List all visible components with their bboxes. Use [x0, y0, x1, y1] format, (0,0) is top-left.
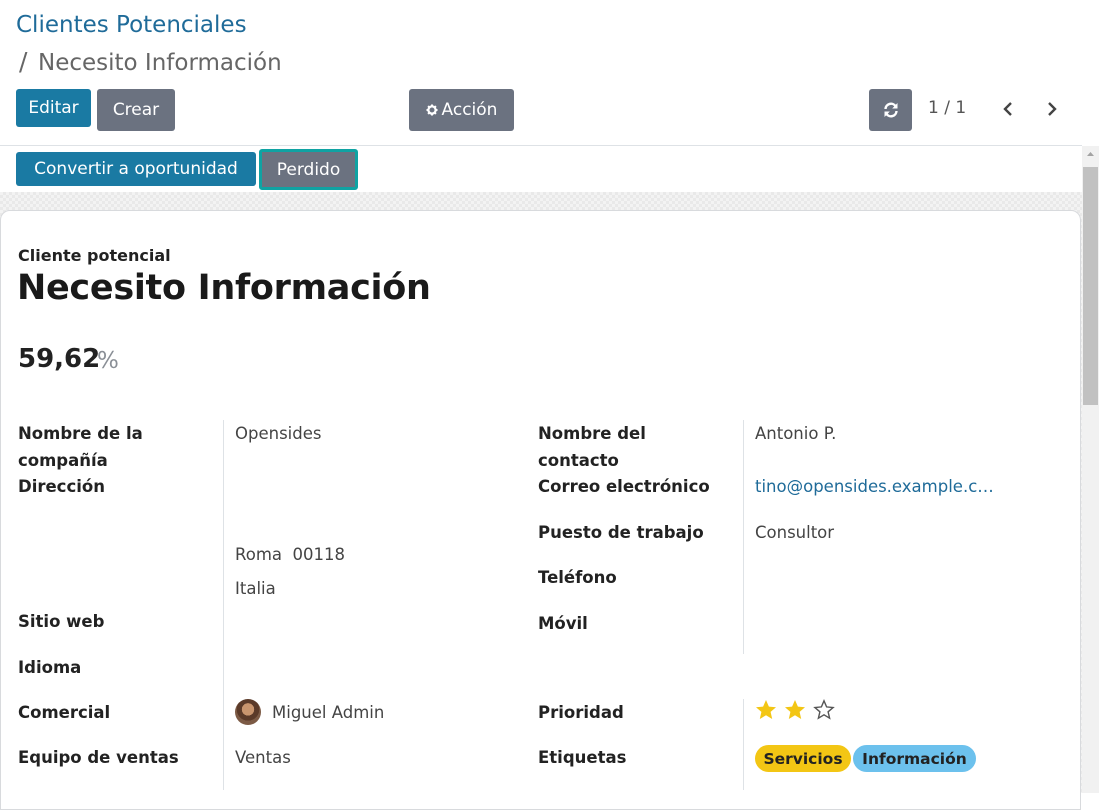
chevron-left-icon[interactable] — [997, 98, 1019, 120]
pager-value[interactable]: 1 / 1 — [928, 98, 966, 118]
record-type-label: Cliente potencial — [18, 246, 171, 265]
tag-badge[interactable]: Servicios — [755, 745, 851, 772]
refresh-icon — [882, 101, 900, 119]
job-position-value: Consultor — [755, 523, 835, 542]
lost-button[interactable]: Perdido — [259, 149, 358, 190]
language-label: Idioma — [18, 658, 82, 677]
probability-unit: % — [97, 348, 119, 374]
avatar — [235, 699, 261, 725]
right-group-divider — [743, 420, 744, 654]
action-button-label: Acción — [441, 100, 498, 120]
create-button[interactable]: Crear — [97, 89, 175, 131]
company-name-value: Opensides — [235, 424, 322, 443]
scrollbar-thumb[interactable] — [1083, 167, 1098, 405]
salesperson-value: Miguel Admin — [272, 703, 385, 722]
star-empty-icon[interactable] — [812, 698, 836, 722]
email-label: Correo electrónico — [538, 477, 710, 496]
statusbar-divider — [0, 145, 1082, 146]
contact-name-label: Nombre del — [538, 424, 646, 443]
right-group-divider-lower — [743, 699, 744, 790]
action-button[interactable]: Acción — [409, 89, 514, 131]
contact-name-label-cont: contacto — [538, 451, 619, 470]
priority-label: Prioridad — [538, 703, 624, 722]
mobile-label: Móvil — [538, 614, 588, 633]
tag-badge[interactable]: Información — [853, 745, 976, 772]
tags-label: Etiquetas — [538, 748, 627, 767]
salesperson-label: Comercial — [18, 703, 111, 722]
sales-team-value: Ventas — [235, 748, 291, 767]
star-filled-icon[interactable] — [754, 698, 778, 722]
gear-icon — [426, 104, 438, 116]
sales-team-label: Equipo de ventas — [18, 748, 179, 767]
refresh-button[interactable] — [869, 89, 912, 131]
probability-value: 59,62 — [18, 344, 101, 374]
contact-name-value: Antonio P. — [755, 424, 837, 443]
scroll-up-arrow-icon[interactable] — [1082, 146, 1099, 163]
website-label: Sitio web — [18, 612, 105, 631]
edit-button[interactable]: Editar — [16, 89, 91, 127]
chevron-right-icon[interactable] — [1041, 98, 1063, 120]
address-city-zip: Roma 00118 — [235, 545, 345, 564]
breadcrumb-parent-link[interactable]: Clientes Potenciales — [16, 12, 247, 38]
email-link[interactable]: tino@opensides.example.c… — [755, 473, 994, 500]
star-filled-icon[interactable] — [783, 698, 807, 722]
left-group-divider — [223, 420, 224, 790]
breadcrumb-separator: / — [19, 47, 28, 76]
company-name-label-cont: compañía — [18, 451, 108, 470]
record-title: Necesito Información — [17, 268, 431, 308]
phone-label: Teléfono — [538, 568, 617, 587]
job-position-label: Puesto de trabajo — [538, 523, 704, 542]
breadcrumb-current: Necesito Información — [38, 50, 282, 76]
convert-to-opportunity-button[interactable]: Convertir a oportunidad — [16, 152, 256, 186]
address-country: Italia — [235, 579, 276, 598]
company-name-label: Nombre de la — [18, 424, 143, 443]
address-label: Dirección — [18, 477, 105, 496]
